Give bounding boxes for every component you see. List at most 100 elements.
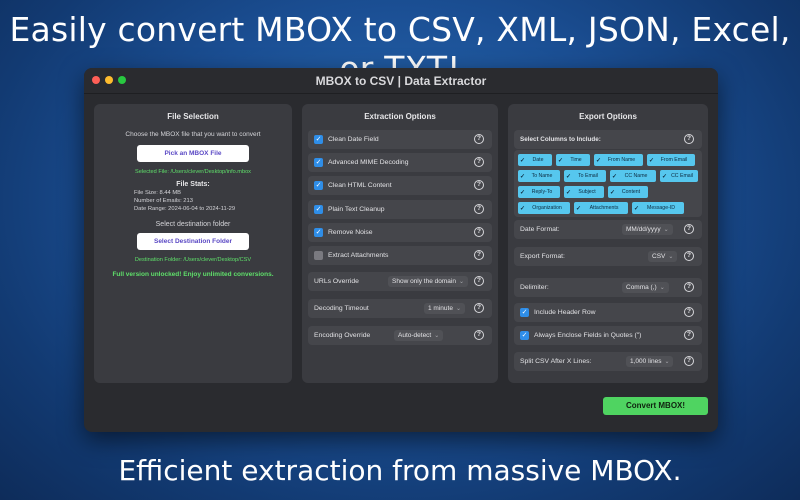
decoding-timeout-select[interactable]: 1 minute ⌄ [424, 303, 465, 314]
checkbox-checked-icon[interactable]: ✓ [520, 308, 529, 317]
help-icon[interactable]: ? [474, 276, 484, 286]
chevron-down-icon: ⌄ [664, 359, 670, 365]
include-header-row[interactable]: ✓ Include Header Row ? [514, 303, 702, 322]
option-label: Remove Noise [328, 229, 373, 236]
check-icon: ✓ [520, 205, 526, 212]
choose-file-text: Choose the MBOX file that you want to co… [125, 131, 261, 138]
column-tag-from-name[interactable]: ✓ From Name [594, 154, 643, 166]
check-icon: ✓ [558, 157, 564, 164]
help-icon[interactable]: ? [474, 227, 484, 237]
option-label: Clean Date Field [328, 136, 379, 143]
help-icon[interactable]: ? [684, 224, 694, 234]
option-remove-noise[interactable]: ✓ Remove Noise ? [308, 223, 492, 242]
option-label: Extract Attachments [328, 252, 389, 259]
column-tag-to-email[interactable]: ✓ To Email [564, 170, 606, 182]
check-icon: ✓ [662, 173, 668, 180]
encoding-override-select[interactable]: Auto-detect ⌄ [394, 330, 444, 341]
file-size-text: File Size: 8.44 MB [134, 190, 182, 196]
help-icon[interactable]: ? [684, 356, 694, 366]
help-icon[interactable]: ? [684, 330, 694, 340]
option-clean-html[interactable]: ✓ Clean HTML Content ? [308, 176, 492, 195]
option-clean-date[interactable]: ✓ Clean Date Field ? [308, 130, 492, 149]
include-header-label: Include Header Row [534, 309, 596, 316]
check-icon: ✓ [520, 173, 526, 180]
columns-header-row: Select Columns to Include: ? [514, 130, 702, 149]
split-select[interactable]: 1,000 lines ⌄ [626, 356, 674, 367]
convert-button[interactable]: Convert MBOX! [603, 397, 708, 415]
delimiter-label: Delimiter: [520, 284, 549, 291]
checkbox-checked-icon[interactable]: ✓ [314, 228, 323, 237]
export-options-title: Export Options [579, 112, 637, 121]
option-label: Plain Text Cleanup [328, 206, 385, 213]
help-icon[interactable]: ? [474, 157, 484, 167]
footline: Efficient extraction from massive MBOX. [118, 454, 682, 487]
always-enclose-row[interactable]: ✓ Always Enclose Fields in Quotes (") ? [514, 326, 702, 345]
check-icon: ✓ [596, 157, 602, 164]
export-options-panel: Export Options Select Columns to Include… [508, 104, 708, 383]
date-range-text: Date Range: 2024-06-04 to 2024-11-29 [134, 206, 236, 213]
column-tag-reply-to[interactable]: ✓ Reply-To [518, 186, 560, 198]
help-icon[interactable]: ? [684, 307, 694, 317]
destination-folder-text: Destination Folder: /Users/clever/Deskto… [134, 256, 252, 263]
date-format-label: Date Format: [520, 226, 560, 233]
help-icon[interactable]: ? [474, 204, 484, 214]
help-icon[interactable]: ? [474, 250, 484, 260]
option-mime-decoding[interactable]: ✓ Advanced MIME Decoding ? [308, 153, 492, 172]
option-label: Advanced MIME Decoding [328, 159, 409, 166]
help-icon[interactable]: ? [474, 180, 484, 190]
file-selection-title: File Selection [167, 112, 219, 121]
checkbox-checked-icon[interactable]: ✓ [314, 158, 323, 167]
date-format-row: Date Format: MM/dd/yyyy ⌄ ? [514, 220, 702, 239]
num-emails-text: Number of Emails: 213 [134, 198, 193, 205]
checkbox-checked-icon[interactable]: ✓ [314, 135, 323, 144]
unlocked-text: Full version unlocked! Enjoy unlimited c… [112, 270, 274, 278]
column-tag-from-email[interactable]: ✓ From Email [647, 154, 695, 166]
split-row: Split CSV After X Lines: 1,000 lines ⌄ ? [514, 352, 702, 371]
column-tag-content[interactable]: ✓ Content [608, 186, 648, 198]
app-window: MBOX to CSV | Data Extractor File Select… [84, 68, 718, 432]
option-plain-text[interactable]: ✓ Plain Text Cleanup ? [308, 200, 492, 219]
delimiter-select[interactable]: Comma (,) ⌄ [622, 282, 669, 293]
checkbox-unchecked-icon[interactable] [314, 251, 323, 260]
date-format-select[interactable]: MM/dd/yyyy ⌄ [622, 224, 673, 235]
chevron-down-icon: ⌄ [434, 333, 440, 339]
column-tag-subject[interactable]: ✓ Subject [564, 186, 604, 198]
chevron-down-icon: ⌄ [663, 227, 669, 233]
checkbox-checked-icon[interactable]: ✓ [314, 181, 323, 190]
column-tag-attachments[interactable]: ✓ Attachments [574, 202, 628, 214]
help-icon[interactable]: ? [684, 251, 694, 261]
chevron-down-icon: ⌄ [455, 306, 461, 312]
export-format-row: Export Format: CSV ⌄ ? [514, 247, 702, 266]
encoding-override-row: Encoding Override Auto-detect ⌄ ? [308, 326, 492, 345]
column-tag-to-name[interactable]: ✓ To Name [518, 170, 560, 182]
destination-text: Select destination folder [155, 220, 231, 228]
check-icon: ✓ [566, 173, 572, 180]
help-icon[interactable]: ? [474, 134, 484, 144]
check-icon: ✓ [576, 205, 582, 212]
column-tag-organization[interactable]: ✓ Organization [518, 202, 570, 214]
delimiter-row: Delimiter: Comma (,) ⌄ ? [514, 278, 702, 297]
help-icon[interactable]: ? [474, 330, 484, 340]
option-extract-attachments[interactable]: Extract Attachments ? [308, 246, 492, 265]
urls-override-select[interactable]: Show only the domain ⌄ [388, 276, 468, 287]
column-tag-cc-email[interactable]: ✓ CC Email [660, 170, 698, 182]
column-tag-message-id[interactable]: ✓ Message-ID [632, 202, 684, 214]
option-label: Clean HTML Content [328, 182, 392, 189]
export-format-select[interactable]: CSV ⌄ [648, 251, 678, 262]
checkbox-checked-icon[interactable]: ✓ [314, 205, 323, 214]
pick-mbox-button[interactable]: Pick an MBOX File [137, 145, 249, 162]
export-format-label: Export Format: [520, 253, 565, 260]
extraction-options-panel: Extraction Options ✓ Clean Date Field ? … [302, 104, 498, 383]
window-title: MBOX to CSV | Data Extractor [315, 74, 487, 88]
column-tag-time[interactable]: ✓ Time [556, 154, 590, 166]
help-icon[interactable]: ? [684, 134, 694, 144]
help-icon[interactable]: ? [474, 303, 484, 313]
check-icon: ✓ [566, 189, 572, 196]
checkbox-checked-icon[interactable]: ✓ [520, 331, 529, 340]
help-icon[interactable]: ? [684, 282, 694, 292]
column-tag-cc-name[interactable]: ✓ CC Name [610, 170, 656, 182]
split-label: Split CSV After X Lines: [520, 358, 592, 365]
check-icon: ✓ [612, 173, 618, 180]
column-tag-date[interactable]: ✓ Date [518, 154, 552, 166]
select-destination-button[interactable]: Select Destination Folder [137, 232, 249, 250]
